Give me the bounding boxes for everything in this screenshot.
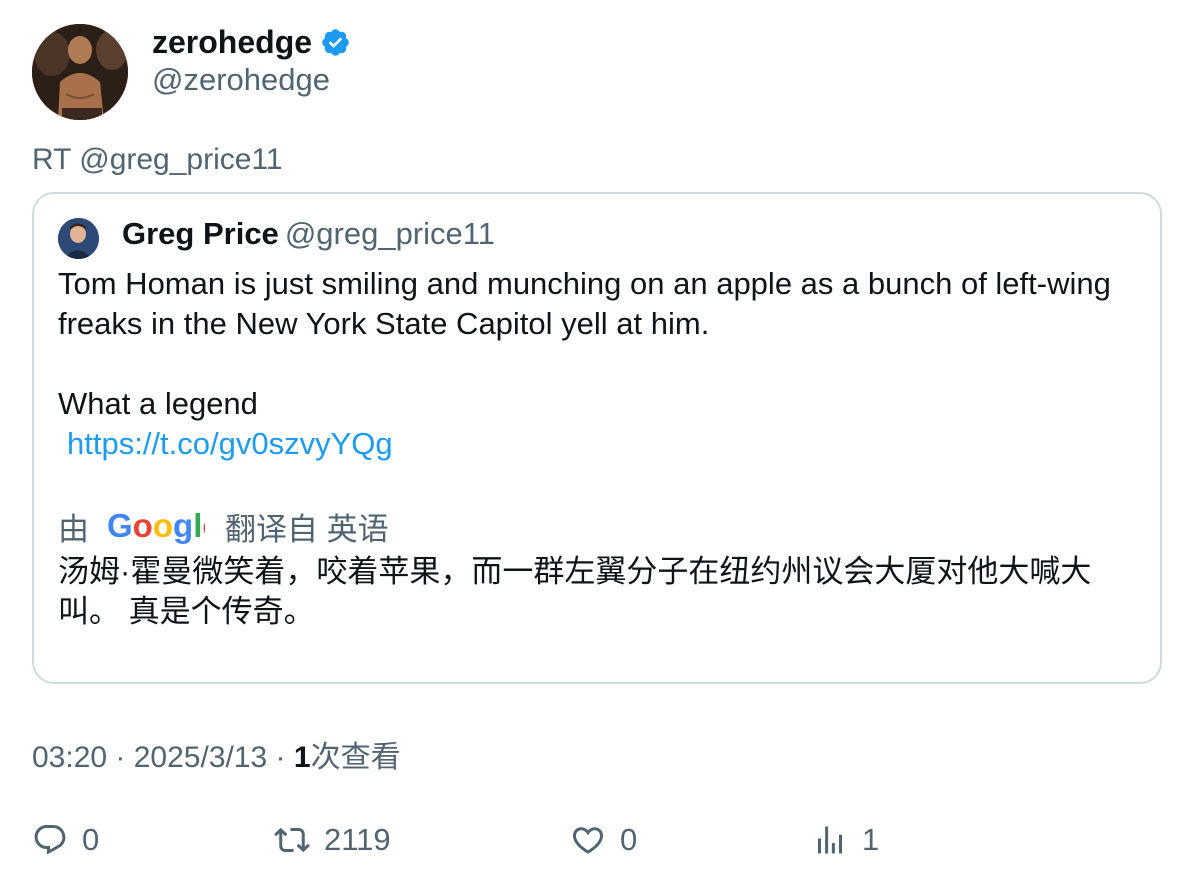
- tweet-meta: 03:20 · 2025/3/13 · 1次查看: [32, 732, 401, 776]
- retweet-count: 2119: [324, 822, 391, 857]
- quoted-text-line: What a legend: [58, 386, 258, 421]
- quoted-header: Greg Price @greg_price11: [122, 214, 495, 254]
- retweet-icon: [274, 827, 310, 853]
- quoted-handle[interactable]: @greg_price11: [285, 216, 495, 251]
- verified-badge-icon: [322, 28, 349, 56]
- quoted-tweet-text: Tom Homan is just smiling and munching o…: [58, 264, 1128, 464]
- analytics-icon: [818, 826, 842, 854]
- author-name-row: zerohedge: [152, 22, 351, 62]
- quoted-avatar-image: [58, 218, 99, 259]
- quoted-display-name[interactable]: Greg Price: [122, 216, 279, 251]
- quoted-link[interactable]: https://t.co/gv0szvyYQg: [58, 424, 393, 464]
- views-count: 1: [293, 741, 311, 774]
- quoted-author-avatar[interactable]: [58, 218, 99, 259]
- like-count: 0: [620, 822, 638, 857]
- avatar-image: [32, 24, 128, 120]
- quoted-tweet-card[interactable]: Greg Price @greg_price11 Tom Homan is jus…: [32, 192, 1162, 684]
- author-avatar[interactable]: [32, 24, 128, 120]
- reply-count: 0: [82, 822, 100, 857]
- views-label: 次查看: [310, 741, 401, 774]
- reply-button[interactable]: 0: [32, 818, 99, 862]
- retweet-button[interactable]: 2119: [274, 818, 391, 862]
- heart-icon: [572, 827, 604, 854]
- views-action-count: 1: [862, 822, 880, 857]
- google-logo: Google: [107, 508, 205, 544]
- svg-text:Google: Google: [107, 508, 205, 544]
- translation-attribution: 由 Google 翻译自 英语: [58, 504, 389, 548]
- like-button[interactable]: 0: [570, 818, 637, 862]
- translated-text: 汤姆·霍曼微笑着，咬着苹果，而一群左翼分子在纽约州议会大厦对他大喊大叫。 真是个…: [58, 554, 1092, 629]
- quoted-text-line: Tom Homan is just smiling and munching o…: [58, 266, 1111, 341]
- views-button[interactable]: 1: [812, 818, 879, 862]
- meta-separator: ·: [267, 741, 294, 774]
- author-handle[interactable]: @zerohedge: [152, 62, 330, 98]
- reply-icon: [34, 825, 66, 855]
- meta-separator: ·: [107, 741, 134, 774]
- tweet-time[interactable]: 03:20: [32, 741, 107, 774]
- google-wordmark-icon: Google: [107, 508, 205, 544]
- tweet-date[interactable]: 2025/3/13: [134, 741, 267, 774]
- translate-suffix[interactable]: 翻译自 英语: [225, 504, 389, 549]
- author-display-name[interactable]: zerohedge: [152, 24, 312, 61]
- translate-prefix: 由: [58, 511, 89, 547]
- retweet-line: RT @greg_price11: [32, 143, 283, 176]
